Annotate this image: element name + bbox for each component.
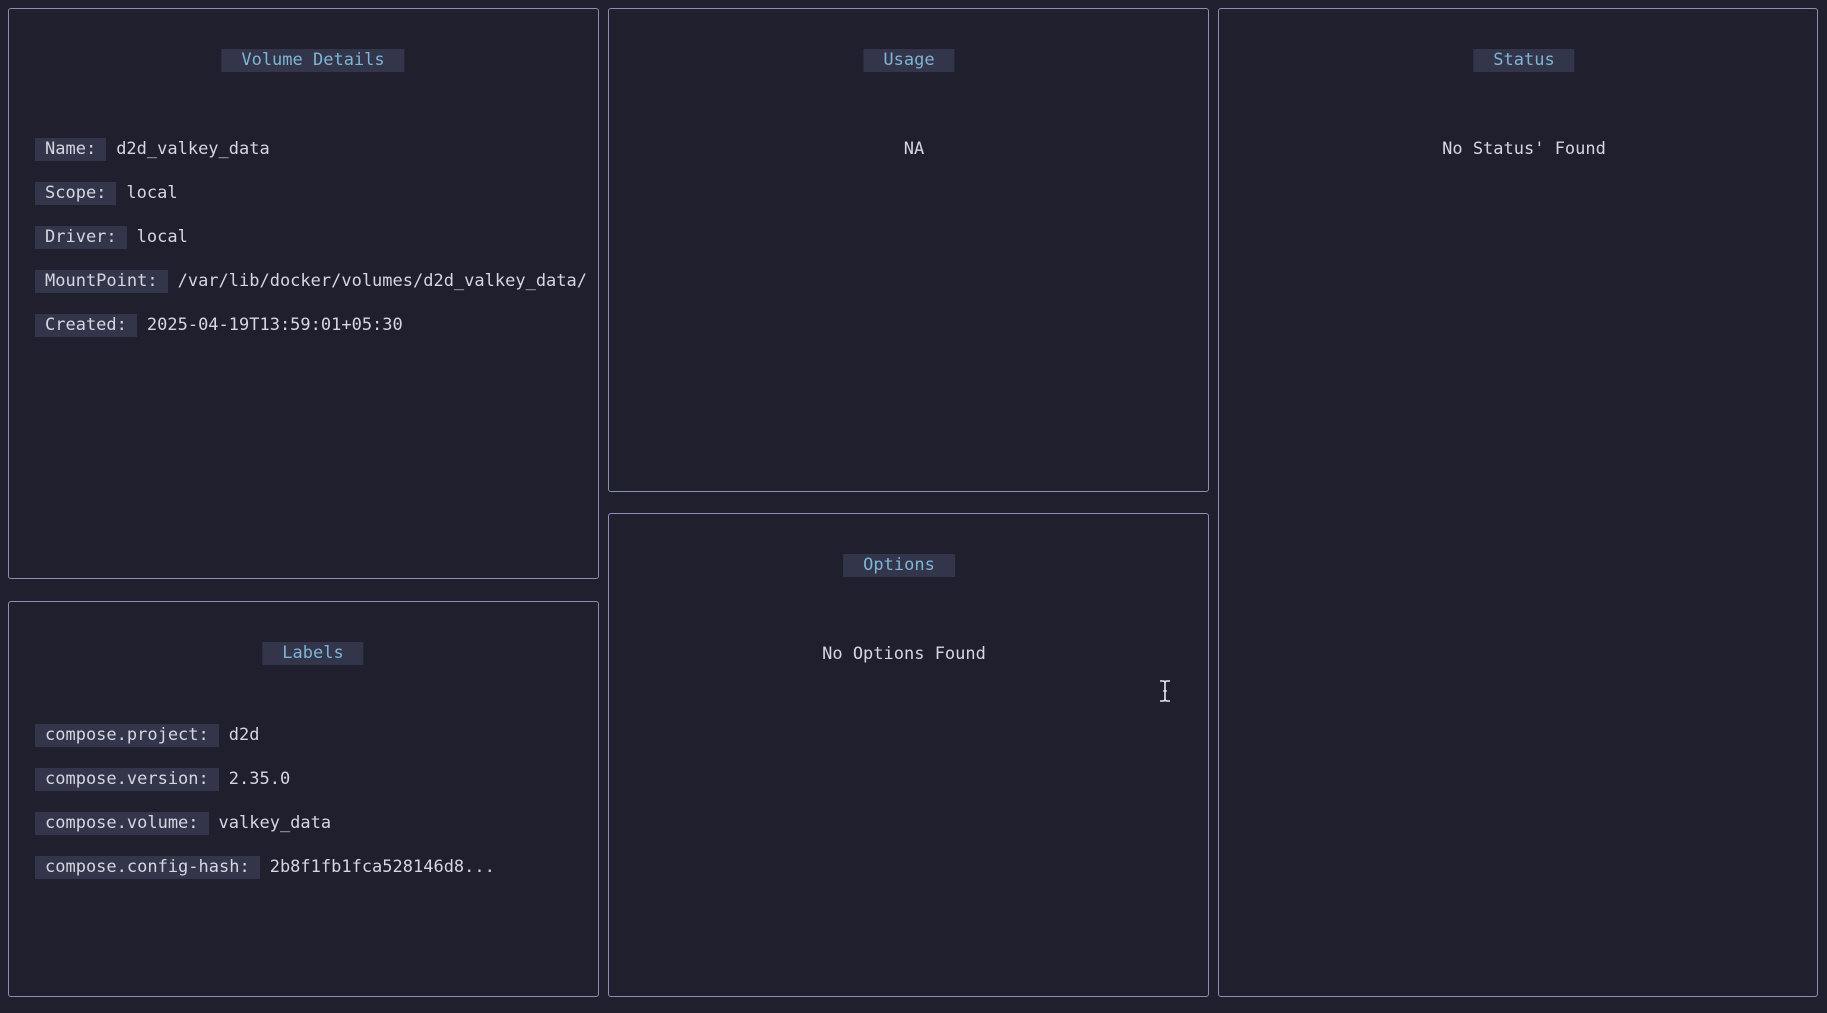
- status-title: Status: [1473, 49, 1575, 72]
- label-row-volume: compose.volume: valkey_data: [35, 812, 331, 835]
- status-empty-message: No Status' Found: [1442, 139, 1606, 159]
- status-panel: Status No Status' Found: [1218, 8, 1818, 997]
- field-key-mountpoint: MountPoint:: [35, 270, 168, 293]
- label-value-version: 2.35.0: [228, 769, 291, 789]
- label-key-project: compose.project:: [35, 724, 219, 747]
- field-row-created: Created: 2025-04-19T13:59:01+05:30: [35, 314, 403, 337]
- volume-details-panel: Volume Details Name: d2d_valkey_data Sco…: [8, 8, 599, 579]
- label-row-version: compose.version: 2.35.0: [35, 768, 290, 791]
- options-empty-message: No Options Found: [822, 644, 986, 664]
- field-value-mountpoint: /var/lib/docker/volumes/d2d_valkey_data/: [177, 271, 587, 291]
- usage-title: Usage: [863, 49, 955, 72]
- label-key-config-hash: compose.config-hash:: [35, 856, 260, 879]
- field-key-created: Created:: [35, 314, 137, 337]
- text-cursor-icon: [1160, 680, 1170, 702]
- labels-panel: Labels compose.project: d2d compose.vers…: [8, 601, 599, 997]
- field-row-driver: Driver: local: [35, 226, 188, 249]
- usage-panel: Usage NA: [608, 8, 1209, 492]
- field-key-name: Name:: [35, 138, 107, 161]
- options-panel: Options No Options Found: [608, 513, 1209, 997]
- volume-details-title: Volume Details: [221, 49, 405, 72]
- field-row-mountpoint: MountPoint: /var/lib/docker/volumes/d2d_…: [35, 270, 587, 293]
- field-value-created: 2025-04-19T13:59:01+05:30: [146, 315, 403, 335]
- field-key-driver: Driver:: [35, 226, 127, 249]
- label-row-config-hash: compose.config-hash: 2b8f1fb1fca528146d8…: [35, 856, 495, 879]
- options-title: Options: [843, 554, 955, 577]
- field-key-scope: Scope:: [35, 182, 117, 205]
- labels-title: Labels: [262, 642, 364, 665]
- field-value-driver: local: [136, 227, 188, 247]
- label-value-volume: valkey_data: [218, 813, 332, 833]
- label-row-project: compose.project: d2d: [35, 724, 259, 747]
- field-row-name: Name: d2d_valkey_data: [35, 138, 270, 161]
- label-value-project: d2d: [228, 725, 260, 745]
- label-key-volume: compose.volume:: [35, 812, 209, 835]
- field-value-scope: local: [126, 183, 178, 203]
- field-row-scope: Scope: local: [35, 182, 178, 205]
- usage-value: NA: [903, 139, 925, 159]
- label-key-version: compose.version:: [35, 768, 219, 791]
- field-value-name: d2d_valkey_data: [116, 139, 270, 159]
- label-value-config-hash: 2b8f1fb1fca528146d8...: [269, 857, 495, 877]
